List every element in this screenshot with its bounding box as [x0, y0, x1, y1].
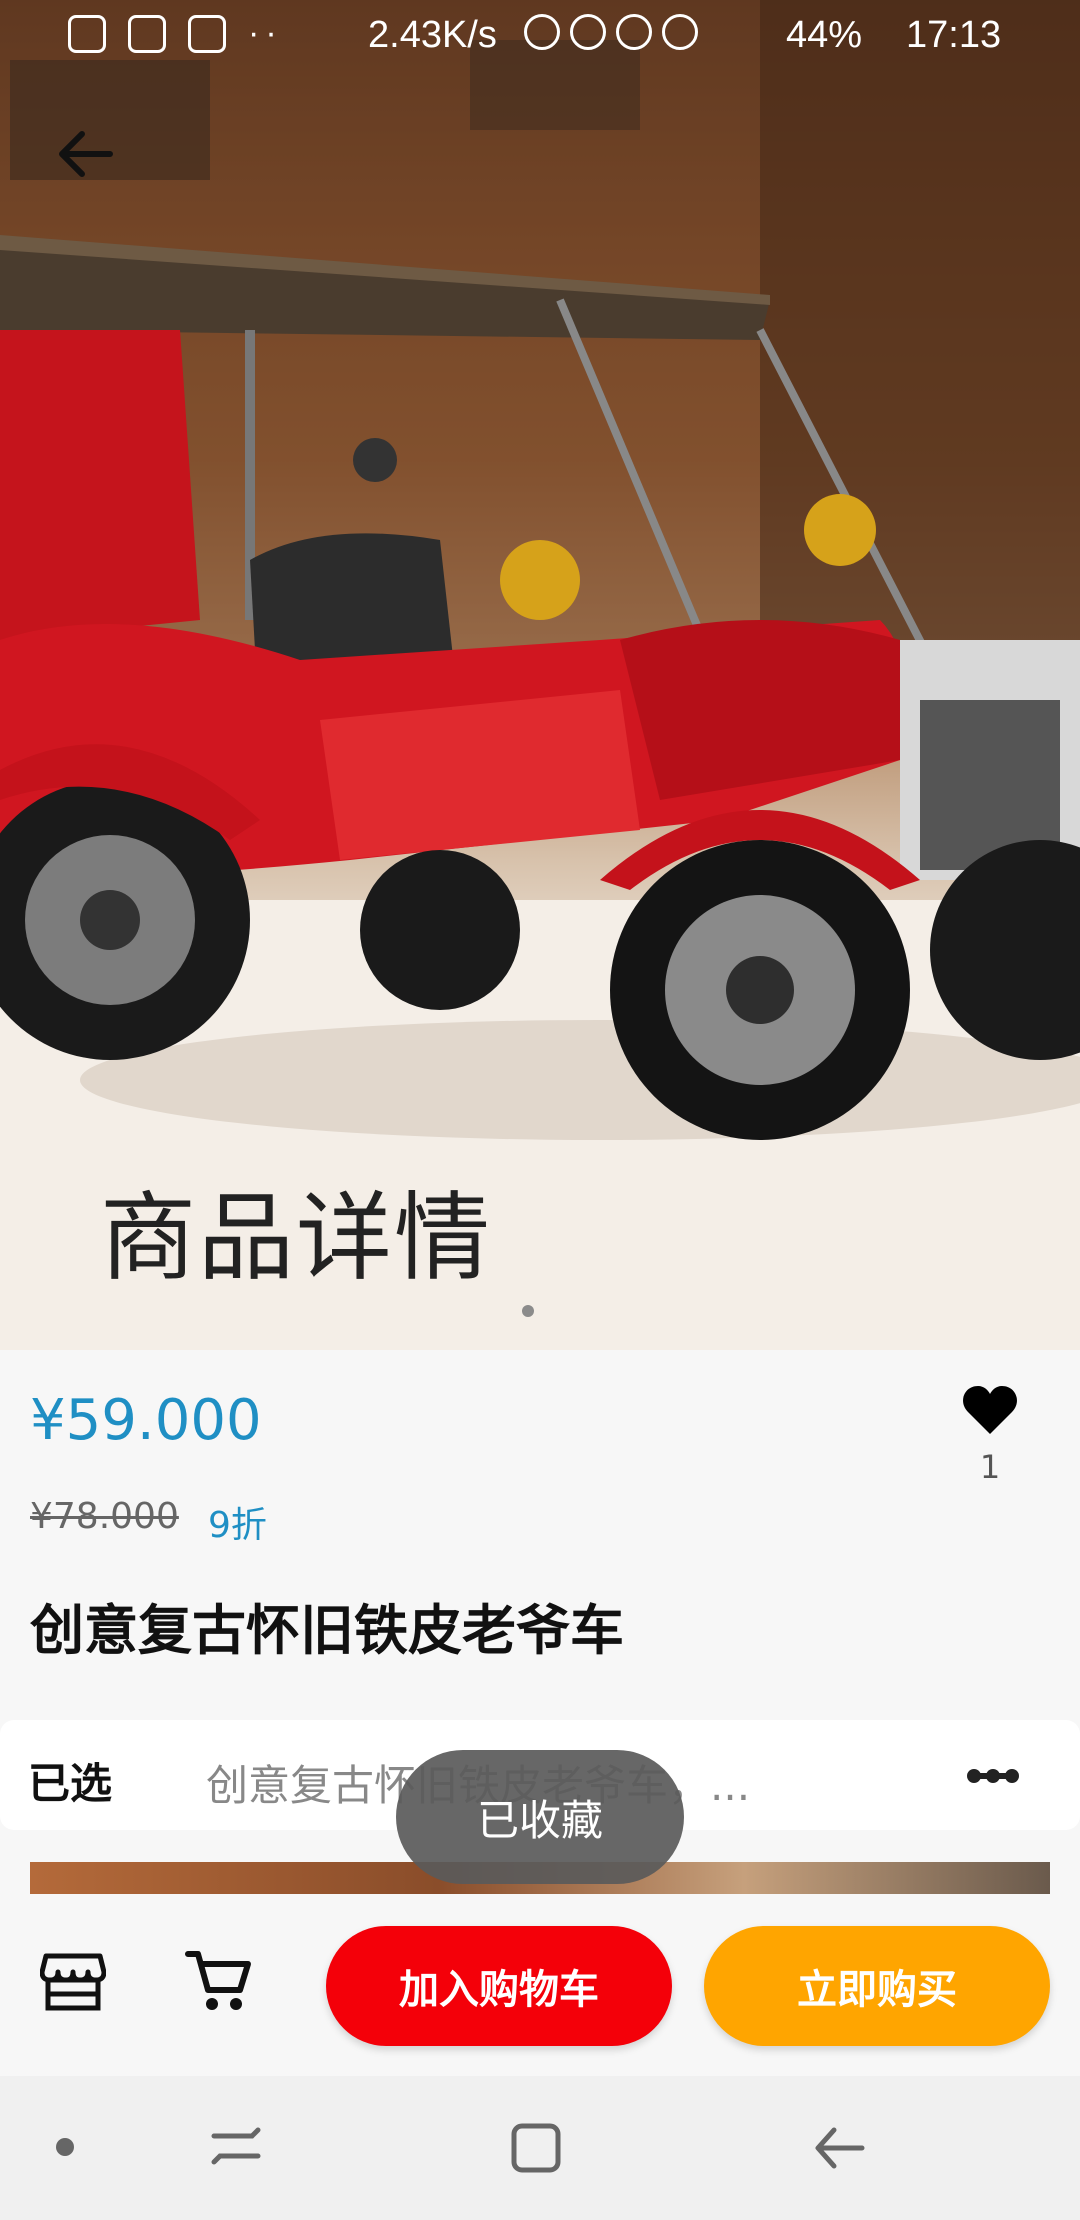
signal-icon	[662, 14, 698, 50]
cart-icon[interactable]	[184, 1946, 254, 2016]
battery-level: 44%	[786, 14, 863, 56]
more-notifications-indicator: ··	[248, 14, 283, 52]
nav-hide-dot[interactable]	[56, 2138, 74, 2156]
more-options-icon[interactable]	[966, 1764, 1020, 1788]
status-bar: ·· 2.43K/s 44% 17:13	[0, 0, 1080, 72]
product-title: 创意复古怀旧铁皮老爷车	[30, 1599, 624, 1662]
back-icon[interactable]	[810, 2118, 870, 2178]
app-notification-icon	[188, 14, 226, 53]
system-navigation-bar	[0, 2076, 1080, 2220]
toy-car-illustration	[0, 0, 1080, 1350]
add-to-cart-button[interactable]: 加入购物车	[326, 1926, 672, 2046]
alarm-icon	[616, 14, 652, 50]
image-caption: 商品详情	[100, 1182, 492, 1294]
home-icon[interactable]	[506, 2118, 566, 2178]
bluetooth-icon	[524, 14, 560, 50]
favorite-count: 1	[979, 1448, 1001, 1486]
weather-icon	[68, 14, 106, 53]
product-image[interactable]	[0, 0, 1080, 1350]
notification-icons: ··	[68, 14, 283, 53]
gallery-icon	[128, 14, 166, 53]
current-price: ¥59.000	[30, 1388, 262, 1453]
favorite-heart-icon[interactable]	[960, 1380, 1020, 1440]
nfc-icon	[570, 14, 606, 50]
original-price: ¥78.000	[30, 1496, 179, 1537]
bottom-action-bar: 加入购物车 立即购买	[0, 1894, 1080, 2076]
discount-badge: 9折	[208, 1505, 267, 1546]
shop-icon[interactable]	[40, 1948, 106, 2014]
product-info: ¥59.000 1 ¥78.000 9折 创意复古怀旧铁皮老爷车	[0, 1350, 1080, 1720]
carousel-indicator	[522, 1305, 534, 1317]
recent-apps-icon[interactable]	[206, 2118, 266, 2178]
back-arrow-icon[interactable]	[52, 122, 116, 186]
buy-now-button[interactable]: 立即购买	[704, 1926, 1050, 2046]
favorited-toast: 已收藏	[396, 1750, 684, 1884]
network-speed: 2.43K/s	[368, 14, 497, 56]
selected-label: 已选	[28, 1759, 113, 1808]
system-icons	[524, 14, 698, 50]
clock: 17:13	[906, 14, 1002, 56]
